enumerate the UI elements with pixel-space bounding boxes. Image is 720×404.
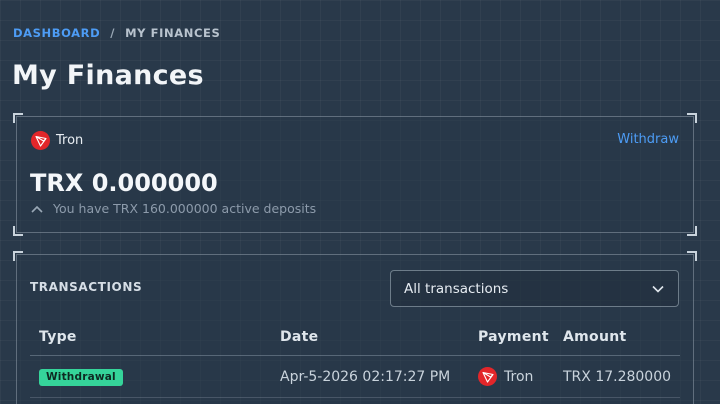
corner-decoration xyxy=(13,113,23,123)
cell-type: Withdrawal xyxy=(30,368,280,386)
balance-amount: TRX 0.000000 xyxy=(30,169,218,197)
column-header-date[interactable]: Date xyxy=(280,329,478,345)
coin-header: Tron xyxy=(31,131,83,150)
breadcrumb-current: MY FINANCES xyxy=(125,26,221,40)
cell-amount: TRX 17.280000 xyxy=(563,368,672,385)
corner-decoration xyxy=(687,226,697,236)
transaction-filter-value: All transactions xyxy=(404,280,509,297)
active-deposits-text: You have TRX 160.000000 active deposits xyxy=(53,201,317,216)
column-header-payment[interactable]: Payment xyxy=(478,329,563,345)
chevron-up-icon[interactable] xyxy=(31,205,43,213)
withdraw-link[interactable]: Withdraw xyxy=(617,132,679,147)
payment-name: Tron xyxy=(504,368,534,385)
column-header-amount[interactable]: Amount xyxy=(563,329,680,345)
corner-decoration xyxy=(13,226,23,236)
status-badge: Withdrawal xyxy=(39,368,123,386)
balance-card: Tron Withdraw TRX 0.000000 You have TRX … xyxy=(13,113,697,236)
tron-logo-icon xyxy=(478,367,497,386)
corner-decoration xyxy=(687,113,697,123)
table-row[interactable]: Withdrawal Apr-5-2026 02:17:27 PM Tron T… xyxy=(30,356,680,398)
tron-logo-icon xyxy=(31,131,50,150)
transactions-table: Type Date Payment Amount Withdrawal Apr-… xyxy=(30,319,680,398)
column-header-type[interactable]: Type xyxy=(30,329,280,345)
active-deposits: You have TRX 160.000000 active deposits xyxy=(31,201,316,216)
breadcrumb: DASHBOARD / MY FINANCES xyxy=(13,26,220,40)
corner-decoration xyxy=(13,251,23,261)
transaction-filter-select[interactable]: All transactions xyxy=(390,270,679,307)
cell-date: Apr-5-2026 02:17:27 PM xyxy=(280,368,451,385)
cell-payment: Tron xyxy=(478,367,563,386)
corner-decoration xyxy=(687,251,697,261)
transactions-heading: TRANSACTIONS xyxy=(30,280,143,294)
breadcrumb-separator: / xyxy=(110,26,116,40)
page-title: My Finances xyxy=(12,60,204,91)
transactions-panel: TRANSACTIONS All transactions Type Date … xyxy=(13,251,697,404)
table-header: Type Date Payment Amount xyxy=(30,319,680,356)
breadcrumb-dashboard-link[interactable]: DASHBOARD xyxy=(13,26,100,40)
chevron-down-icon xyxy=(652,281,664,297)
coin-name: Tron xyxy=(56,133,84,148)
